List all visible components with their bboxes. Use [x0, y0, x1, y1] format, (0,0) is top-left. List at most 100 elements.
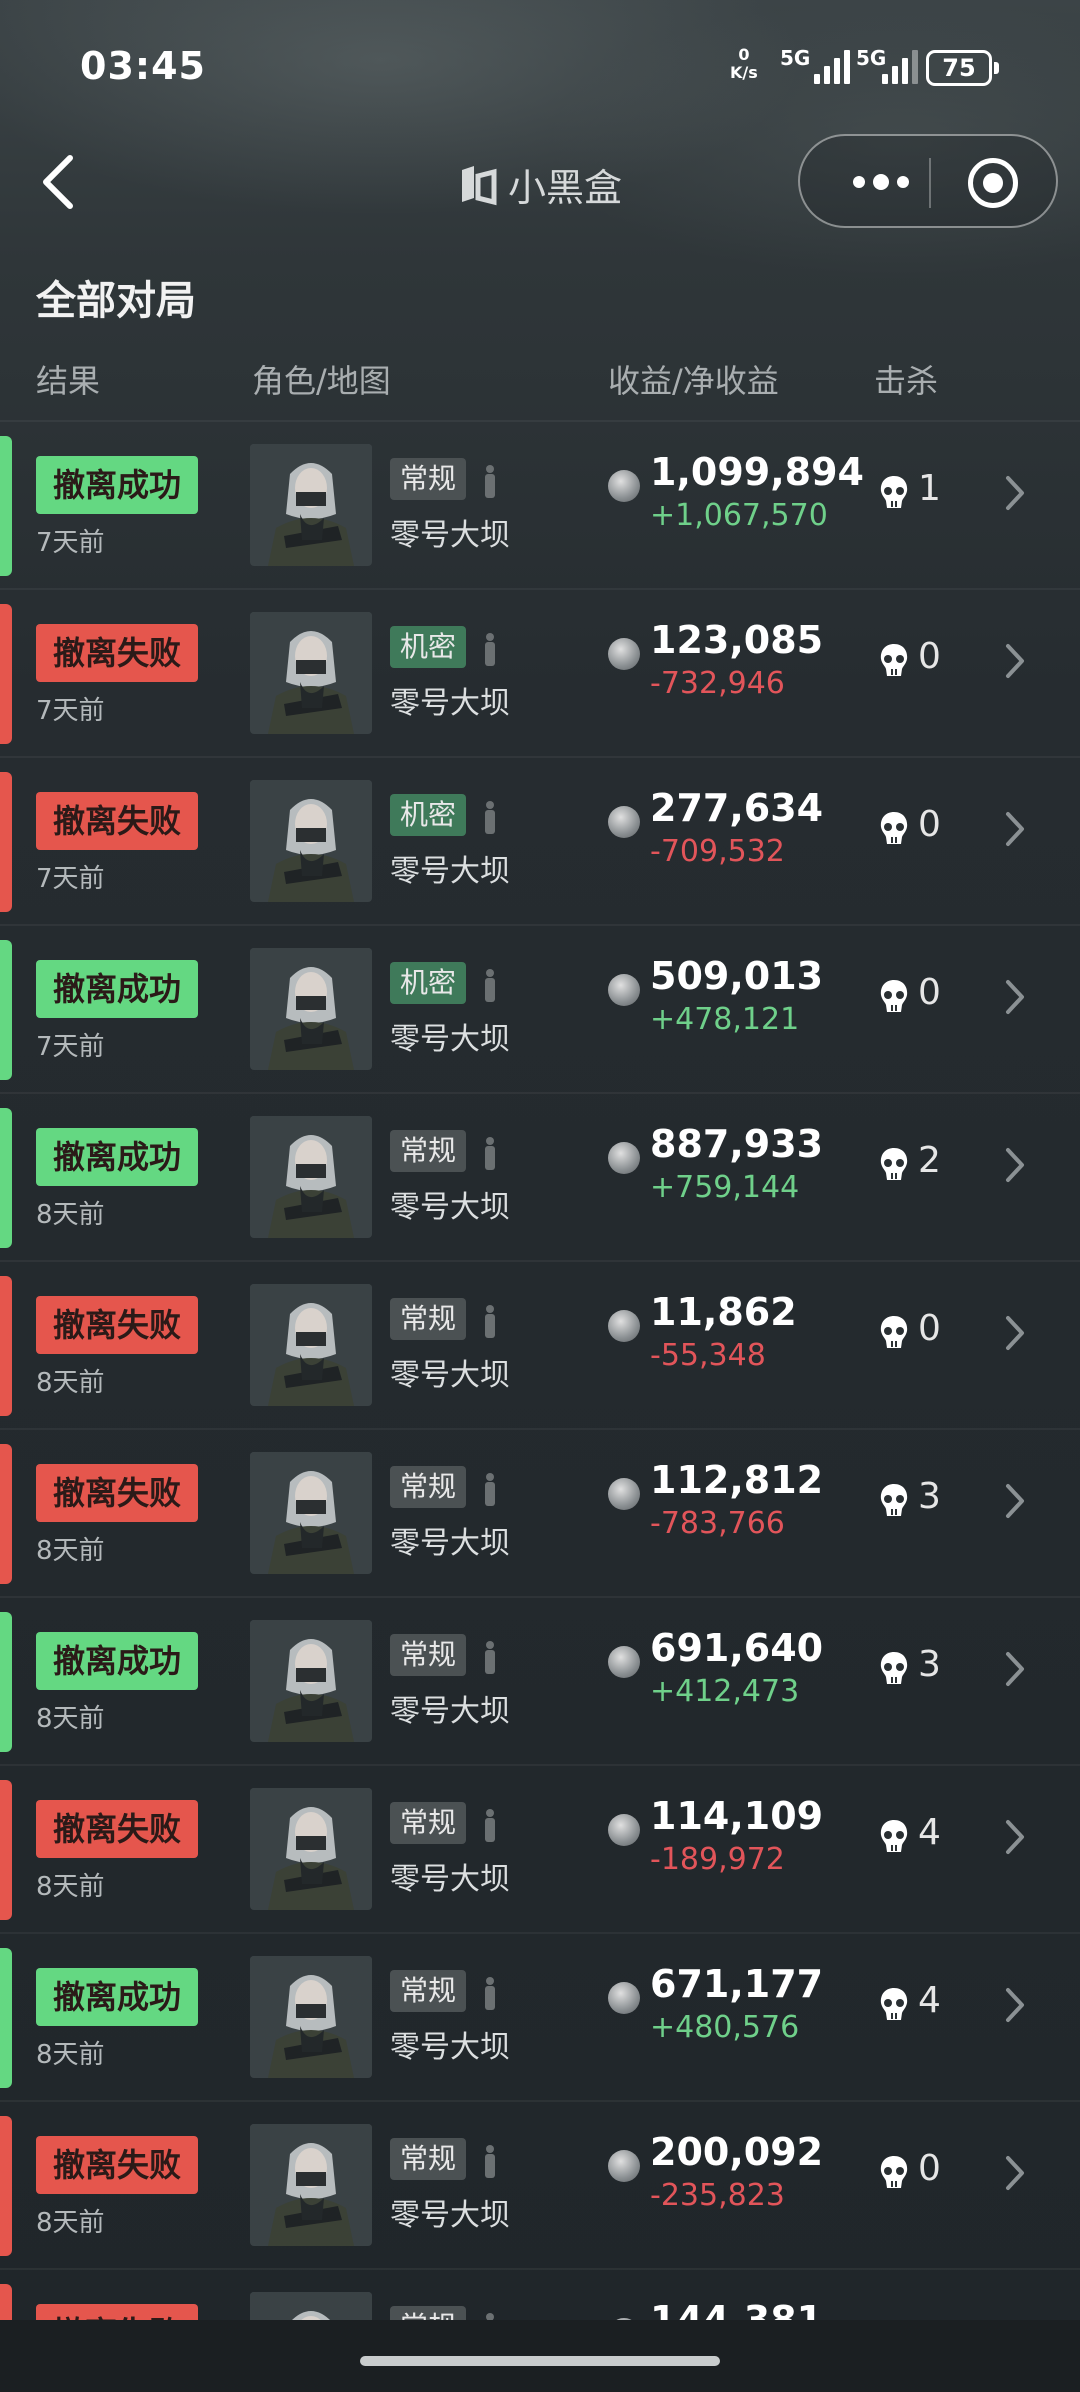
- operator-portrait-icon: [250, 780, 372, 902]
- coin-icon: [608, 638, 640, 670]
- squad-member-icon: [485, 801, 495, 834]
- match-row[interactable]: 撤离失败 7天前 机密 零号大坝 277,634 -709,532 0: [0, 756, 1080, 924]
- result-edge-indicator: [0, 1108, 12, 1248]
- kills-count: 4: [918, 1812, 941, 1853]
- operator-portrait-icon: [250, 2124, 372, 2246]
- mode-tag: 机密: [390, 794, 467, 836]
- result-edge-indicator: [0, 1276, 12, 1416]
- mini-program-capsule: [798, 134, 1058, 228]
- match-time-ago: 8天前: [36, 2208, 105, 2238]
- match-time-ago: 8天前: [36, 1704, 105, 1734]
- coin-icon: [608, 2150, 640, 2182]
- match-row[interactable]: 撤离失败 8天前 常规 零号大坝 112,812 -783,766 3: [0, 1428, 1080, 1596]
- squad-member-icon: [485, 1473, 495, 1506]
- kills-count: 3: [918, 1476, 941, 1517]
- kills-skull-icon: [880, 1820, 908, 1852]
- chevron-right-icon: [1006, 2156, 1024, 2190]
- map-name: 零号大坝: [390, 1526, 510, 1561]
- match-row[interactable]: 撤离成功 8天前 常规 零号大坝 691,640 +412,473 3: [0, 1596, 1080, 1764]
- match-time-ago: 7天前: [36, 1032, 105, 1062]
- net-income-value: -732,946: [650, 666, 785, 701]
- chevron-right-icon: [1006, 1484, 1024, 1518]
- operator-avatar: [250, 948, 372, 1070]
- battery-icon: 75: [926, 50, 999, 86]
- match-time-ago: 8天前: [36, 1872, 105, 1902]
- kills-skull-icon: [880, 1484, 908, 1516]
- mode-tag: 常规: [390, 458, 467, 500]
- more-icon[interactable]: [836, 164, 926, 200]
- operator-portrait-icon: [250, 1956, 372, 2078]
- coin-icon: [608, 974, 640, 1006]
- squad-member-icon: [485, 1641, 495, 1674]
- match-row[interactable]: 撤离成功 7天前 常规 零号大坝 1,099,894 +1,067,570 1: [0, 420, 1080, 588]
- chevron-right-icon: [1006, 476, 1024, 510]
- operator-avatar: [250, 1452, 372, 1574]
- result-badge: 撤离失败: [36, 2136, 198, 2194]
- map-name: 零号大坝: [390, 2030, 510, 2065]
- match-row[interactable]: 撤离失败 7天前 机密 零号大坝 123,085 -732,946 0: [0, 588, 1080, 756]
- map-name: 零号大坝: [390, 854, 510, 889]
- coin-icon: [608, 806, 640, 838]
- kills-skull-icon: [880, 476, 908, 508]
- income-value: 123,085: [650, 618, 824, 662]
- xiaoheihe-logo-icon: [462, 166, 497, 206]
- squad-member-icon: [485, 465, 495, 498]
- match-row[interactable]: 撤离失败 8天前 常规 零号大坝 114,109 -189,972 4: [0, 1764, 1080, 1932]
- column-header-kills: 击杀: [874, 362, 939, 400]
- income-value: 11,862: [650, 1290, 797, 1334]
- back-icon[interactable]: [38, 152, 78, 212]
- map-name: 零号大坝: [390, 1862, 510, 1897]
- map-name: 零号大坝: [390, 2198, 510, 2233]
- coin-icon: [608, 1814, 640, 1846]
- squad-member-icon: [485, 633, 495, 666]
- mode-tag: 常规: [390, 1130, 467, 1172]
- match-row[interactable]: 撤离失败 8天前 常规 零号大坝 11,862 -55,348 0: [0, 1260, 1080, 1428]
- operator-avatar: [250, 444, 372, 566]
- net-income-value: +412,473: [650, 1674, 800, 1709]
- coin-icon: [608, 1310, 640, 1342]
- squad-member-icon: [485, 969, 495, 1002]
- home-indicator[interactable]: [360, 2356, 720, 2366]
- match-time-ago: 7天前: [36, 864, 105, 894]
- kills-count: 1: [918, 468, 941, 509]
- match-time-ago: 8天前: [36, 1200, 105, 1230]
- capsule-divider: [929, 158, 931, 208]
- close-miniprogram-icon[interactable]: [968, 158, 1018, 208]
- map-name: 零号大坝: [390, 1022, 510, 1057]
- result-edge-indicator: [0, 436, 12, 576]
- squad-member-icon: [485, 1305, 495, 1338]
- result-edge-indicator: [0, 2116, 12, 2256]
- match-time-ago: 7天前: [36, 528, 105, 558]
- income-value: 671,177: [650, 1962, 824, 2006]
- operator-portrait-icon: [250, 1452, 372, 1574]
- result-badge: 撤离成功: [36, 1128, 198, 1186]
- match-time-ago: 7天前: [36, 696, 105, 726]
- net-income-value: +480,576: [650, 2010, 800, 2045]
- signal-bars-2-icon: [862, 44, 918, 84]
- chevron-right-icon: [1006, 644, 1024, 678]
- match-row[interactable]: 撤离成功 7天前 机密 零号大坝 509,013 +478,121 0: [0, 924, 1080, 1092]
- match-row[interactable]: 撤离失败 8天前 常规 零号大坝 200,092 -235,823 0: [0, 2100, 1080, 2268]
- result-edge-indicator: [0, 604, 12, 744]
- column-header-income: 收益/净收益: [608, 362, 779, 400]
- squad-member-icon: [485, 2145, 495, 2178]
- match-row[interactable]: 撤离成功 8天前 常规 零号大坝 671,177 +480,576 4: [0, 1932, 1080, 2100]
- income-value: 1,099,894: [650, 450, 864, 494]
- match-time-ago: 8天前: [36, 2040, 105, 2070]
- net-income-value: +759,144: [650, 1170, 800, 1205]
- net-speed: 0 K/s: [730, 45, 758, 82]
- chevron-right-icon: [1006, 1148, 1024, 1182]
- clock: 03:45: [80, 44, 206, 88]
- match-list: 撤离成功 7天前 常规 零号大坝 1,099,894 +1,067,570 1 撤离失败 7天前…: [0, 420, 1080, 2392]
- net-income-value: +1,067,570: [650, 498, 828, 533]
- net-income-value: -189,972: [650, 1842, 785, 1877]
- income-value: 691,640: [650, 1626, 824, 1670]
- coin-icon: [608, 1142, 640, 1174]
- match-row[interactable]: 撤离成功 8天前 常规 零号大坝 887,933 +759,144 2: [0, 1092, 1080, 1260]
- result-badge: 撤离成功: [36, 960, 198, 1018]
- income-value: 112,812: [650, 1458, 824, 1502]
- column-header-result: 结果: [36, 362, 101, 400]
- map-name: 零号大坝: [390, 518, 510, 553]
- operator-avatar: [250, 780, 372, 902]
- chevron-right-icon: [1006, 1988, 1024, 2022]
